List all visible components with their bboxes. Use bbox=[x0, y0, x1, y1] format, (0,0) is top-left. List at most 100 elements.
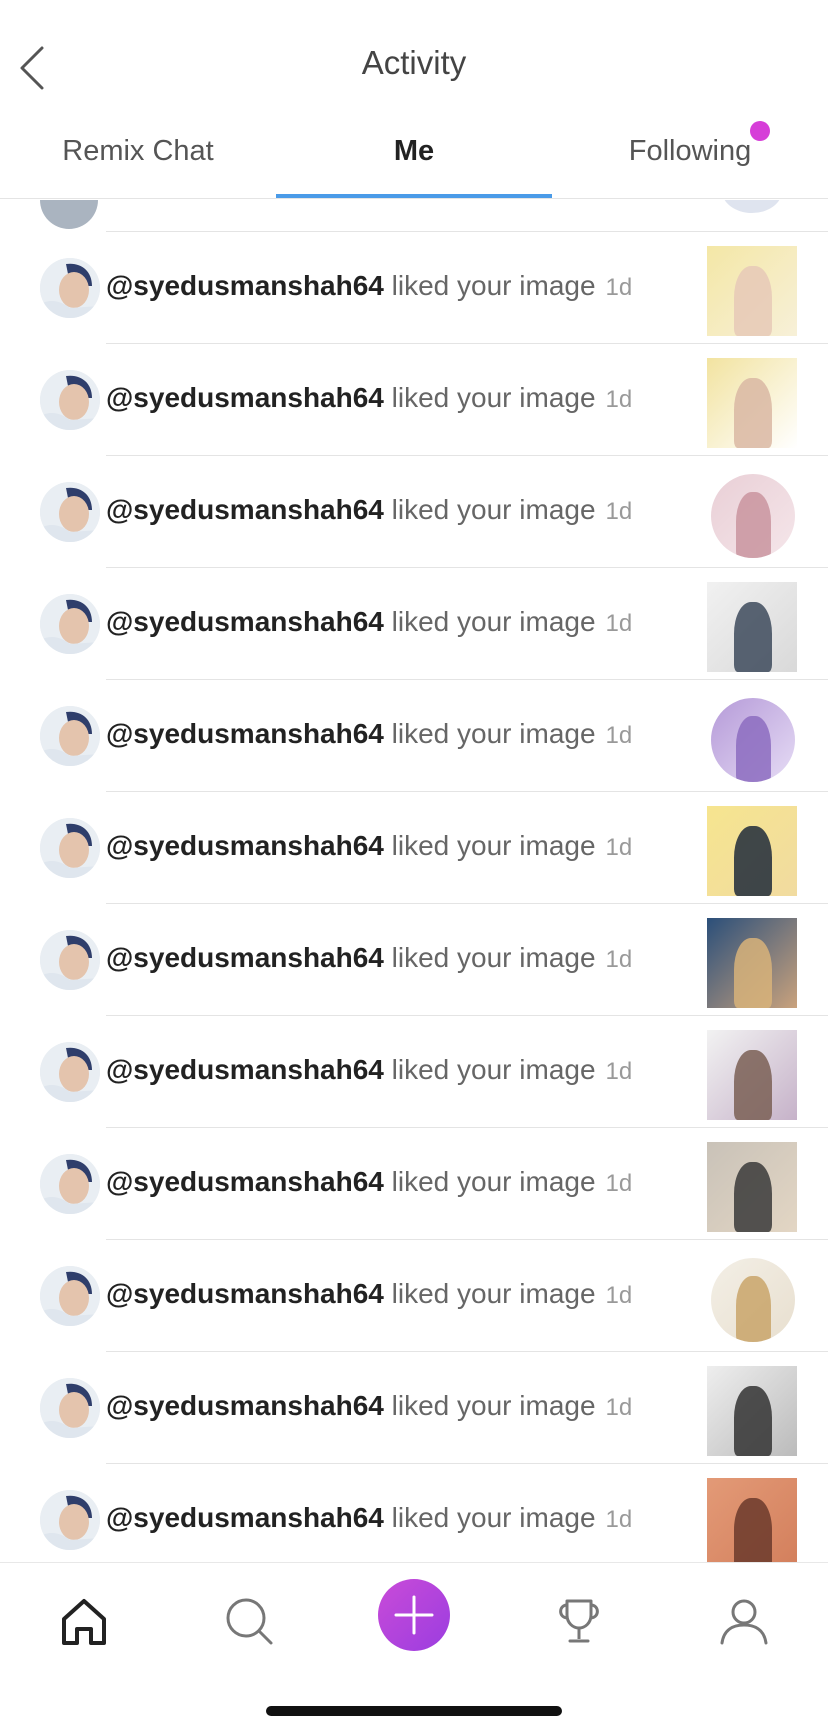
avatar[interactable] bbox=[40, 594, 100, 654]
avatar[interactable] bbox=[40, 1042, 100, 1102]
activity-text: @syedusmanshah64 liked your image 1d bbox=[106, 1390, 632, 1422]
action-text: liked your image bbox=[391, 942, 596, 973]
avatar[interactable] bbox=[40, 930, 100, 990]
list-item[interactable]: @syedusmanshah64 liked your image 1d bbox=[0, 904, 828, 1016]
plus-icon bbox=[394, 1595, 434, 1635]
username-link[interactable]: @syedusmanshah64 bbox=[106, 1054, 384, 1085]
activity-thumbnail[interactable] bbox=[722, 199, 782, 213]
activity-thumbnail[interactable] bbox=[711, 1258, 795, 1342]
list-item[interactable]: @syedusmanshah64 liked your image 1d bbox=[0, 1464, 828, 1562]
action-text: liked your image bbox=[391, 1054, 596, 1085]
list-item[interactable]: @syedusmanshah64 liked your image 1d bbox=[0, 344, 828, 456]
username-link[interactable]: @syedusmanshah64 bbox=[106, 494, 384, 525]
timestamp: 1d bbox=[605, 722, 633, 749]
activity-list[interactable]: @syedusmanshah64 liked your image 1d @syed… bbox=[0, 199, 828, 1562]
timestamp: 1d bbox=[605, 1170, 633, 1197]
thumbnail-figure bbox=[736, 492, 772, 558]
avatar-photo bbox=[40, 370, 100, 430]
activity-thumbnail[interactable] bbox=[711, 474, 795, 558]
tab-remix-chat[interactable]: Remix Chat bbox=[0, 135, 276, 168]
username-link[interactable]: @syedusmanshah64 bbox=[106, 830, 384, 861]
username-link[interactable]: @syedusmanshah64 bbox=[106, 1502, 384, 1533]
activity-thumbnail[interactable] bbox=[707, 1030, 797, 1120]
avatar[interactable] bbox=[40, 370, 100, 430]
timestamp: 1d bbox=[605, 610, 633, 637]
activity-text: @syedusmanshah64 liked your image 1d bbox=[106, 1278, 632, 1310]
avatar[interactable] bbox=[40, 258, 100, 318]
thumbnail-figure bbox=[734, 937, 772, 1008]
thumbnail-figure bbox=[734, 1497, 772, 1562]
list-item[interactable]: @syedusmanshah64 liked your image 1d bbox=[0, 1128, 828, 1240]
action-text: liked your image bbox=[391, 1502, 596, 1533]
nav-challenges[interactable] bbox=[549, 1591, 609, 1651]
activity-thumbnail[interactable] bbox=[707, 1142, 797, 1232]
activity-thumbnail[interactable] bbox=[711, 698, 795, 782]
action-text: liked your image bbox=[391, 382, 596, 413]
activity-thumbnail[interactable] bbox=[707, 358, 797, 448]
username-link[interactable]: @syedusmanshah64 bbox=[106, 270, 384, 301]
list-item[interactable]: @syedusmanshah64 liked your image 1d bbox=[0, 1352, 828, 1464]
timestamp: 1d bbox=[605, 1506, 633, 1533]
nav-home[interactable] bbox=[54, 1591, 114, 1651]
list-item[interactable]: @syedusmanshah64 liked your image 1d bbox=[0, 456, 828, 568]
activity-text: @syedusmanshah64 liked your image 1d bbox=[106, 830, 632, 862]
create-button[interactable] bbox=[378, 1579, 450, 1651]
tab-following[interactable]: Following bbox=[552, 135, 828, 168]
bottom-tab-bar bbox=[0, 1562, 828, 1729]
avatar-photo bbox=[40, 818, 100, 878]
avatar[interactable] bbox=[40, 482, 100, 542]
username-link[interactable]: @syedusmanshah64 bbox=[106, 1390, 384, 1421]
list-item[interactable]: @syedusmanshah64 liked your image 1d bbox=[0, 1240, 828, 1352]
list-item[interactable]: @syedusmanshah64 liked your image 1d bbox=[0, 1016, 828, 1128]
list-item[interactable]: @syedusmanshah64 liked your image 1d bbox=[0, 680, 828, 792]
avatar[interactable] bbox=[40, 1266, 100, 1326]
list-item[interactable]: @syedusmanshah64 liked your image 1d bbox=[0, 792, 828, 904]
list-item[interactable]: @syedusmanshah64 liked your image 1d bbox=[0, 232, 828, 344]
activity-thumbnail[interactable] bbox=[707, 582, 797, 672]
activity-thumbnail[interactable] bbox=[707, 1366, 797, 1456]
activity-text: @syedusmanshah64 liked your image 1d bbox=[106, 1166, 632, 1198]
action-text: liked your image bbox=[391, 830, 596, 861]
avatar[interactable] bbox=[40, 1154, 100, 1214]
username-link[interactable]: @syedusmanshah64 bbox=[106, 382, 384, 413]
avatar[interactable] bbox=[40, 1490, 100, 1550]
activity-thumbnail[interactable] bbox=[707, 246, 797, 336]
nav-profile[interactable] bbox=[714, 1591, 774, 1651]
username-link[interactable]: @syedusmanshah64 bbox=[106, 1278, 384, 1309]
avatar[interactable] bbox=[40, 706, 100, 766]
action-text: liked your image bbox=[391, 1278, 596, 1309]
activity-text: @syedusmanshah64 liked your image 1d bbox=[106, 942, 632, 974]
action-text: liked your image bbox=[391, 494, 596, 525]
username-link[interactable]: @syedusmanshah64 bbox=[106, 718, 384, 749]
avatar-photo bbox=[40, 258, 100, 318]
timestamp: 1d bbox=[605, 1394, 633, 1421]
timestamp: 1d bbox=[605, 1282, 633, 1309]
activity-thumbnail[interactable] bbox=[707, 806, 797, 896]
avatar[interactable] bbox=[40, 1378, 100, 1438]
tab-me[interactable]: Me bbox=[276, 135, 552, 168]
action-text: liked your image bbox=[391, 718, 596, 749]
activity-thumbnail[interactable] bbox=[707, 1478, 797, 1562]
username-link[interactable]: @syedusmanshah64 bbox=[106, 606, 384, 637]
activity-text: @syedusmanshah64 liked your image 1d bbox=[106, 718, 632, 750]
search-icon bbox=[226, 1598, 273, 1645]
activity-thumbnail[interactable] bbox=[707, 918, 797, 1008]
avatar-photo bbox=[40, 594, 100, 654]
avatar-photo bbox=[40, 706, 100, 766]
timestamp: 1d bbox=[605, 946, 633, 973]
thumbnail-figure bbox=[736, 716, 772, 782]
thumbnail-figure bbox=[734, 265, 772, 336]
thumbnail-figure bbox=[734, 1161, 772, 1232]
action-text: liked your image bbox=[391, 1166, 596, 1197]
action-text: liked your image bbox=[391, 606, 596, 637]
avatar-photo bbox=[40, 1042, 100, 1102]
username-link[interactable]: @syedusmanshah64 bbox=[106, 942, 384, 973]
list-item[interactable]: @syedusmanshah64 liked your image 1d bbox=[0, 568, 828, 680]
activity-text: @syedusmanshah64 liked your image 1d bbox=[106, 1054, 632, 1086]
nav-search[interactable] bbox=[219, 1591, 279, 1651]
avatar[interactable] bbox=[40, 818, 100, 878]
username-link[interactable]: @syedusmanshah64 bbox=[106, 1166, 384, 1197]
avatar[interactable] bbox=[40, 199, 98, 229]
activity-text: @syedusmanshah64 liked your image 1d bbox=[106, 382, 632, 414]
action-text: liked your image bbox=[391, 1390, 596, 1421]
